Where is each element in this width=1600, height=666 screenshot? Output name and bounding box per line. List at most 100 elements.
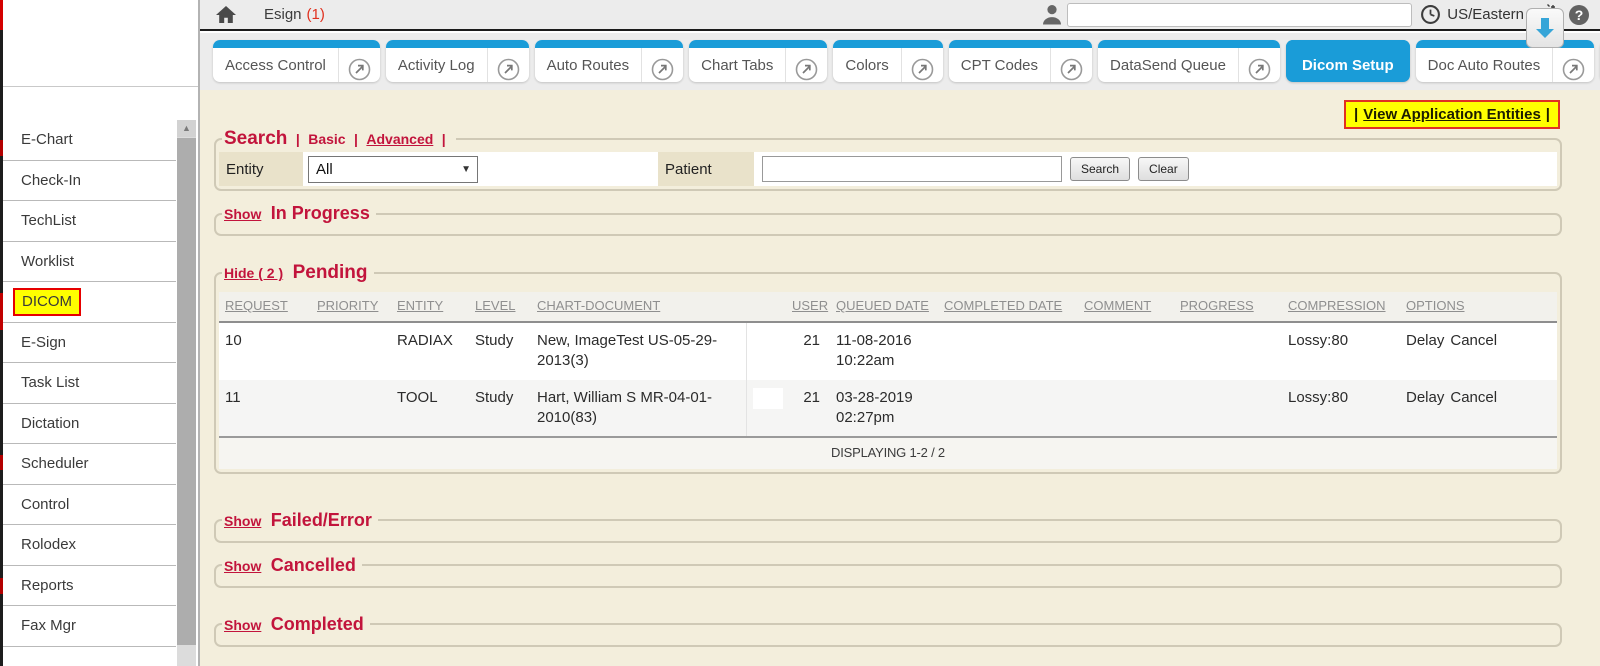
cell-options: Delay Cancel bbox=[1400, 322, 1557, 380]
hide-pending-toggle[interactable]: Hide ( 2 ) bbox=[224, 265, 283, 281]
sidebar-item-techlist[interactable]: TechList bbox=[0, 201, 176, 242]
open-in-new-icon[interactable] bbox=[1238, 48, 1280, 82]
cancel-link[interactable]: Cancel bbox=[1450, 389, 1497, 406]
col-compression[interactable]: COMPRESSION bbox=[1282, 292, 1400, 322]
tab-colors[interactable]: Colors bbox=[833, 40, 942, 82]
cell-comment bbox=[1078, 322, 1174, 380]
view-application-entities-link[interactable]: |View Application Entities| bbox=[1344, 100, 1560, 129]
bar-left: | bbox=[1354, 106, 1358, 123]
esign-count-badge: (1) bbox=[307, 6, 325, 23]
sidebar-menu: E-Chart Check-In TechList Worklist DICOM… bbox=[0, 120, 176, 647]
open-in-new-icon[interactable] bbox=[641, 48, 683, 82]
tab-label: Activity Log bbox=[386, 57, 487, 74]
tab-activity-log[interactable]: Activity Log bbox=[386, 40, 529, 82]
help-icon[interactable]: ? bbox=[1568, 4, 1590, 26]
search-basic-link[interactable]: Basic bbox=[308, 131, 345, 147]
select-caret-icon: ▼ bbox=[461, 164, 471, 175]
open-in-new-icon[interactable] bbox=[1552, 48, 1594, 82]
cancel-link[interactable]: Cancel bbox=[1450, 332, 1497, 349]
patient-input[interactable] bbox=[762, 156, 1062, 182]
window-edge bbox=[0, 0, 3, 666]
sidebar-item-scheduler[interactable]: Scheduler bbox=[0, 444, 176, 485]
sidebar-item-control[interactable]: Control bbox=[0, 485, 176, 526]
search-title: Search bbox=[224, 128, 287, 149]
page-title: Esign bbox=[264, 6, 302, 23]
cell-priority bbox=[311, 380, 391, 438]
col-queued-date[interactable]: QUEUED DATE bbox=[830, 292, 938, 322]
cancelled-section: Show Cancelled bbox=[214, 555, 1562, 588]
table-row: 11 TOOL Study Hart, William S MR-04-01-2… bbox=[219, 380, 1557, 438]
show-completed-toggle[interactable]: Show bbox=[224, 617, 261, 633]
patient-label: Patient bbox=[658, 152, 754, 186]
tab-datasend-queue[interactable]: DataSend Queue bbox=[1098, 40, 1280, 82]
col-user[interactable]: USER bbox=[786, 292, 830, 322]
tab-access-control[interactable]: Access Control bbox=[213, 40, 380, 82]
tab-auto-routes[interactable]: Auto Routes bbox=[535, 40, 684, 82]
delay-link[interactable]: Delay bbox=[1406, 332, 1444, 349]
scroll-up-icon[interactable]: ▲ bbox=[177, 120, 196, 137]
cell-request: 10 bbox=[219, 322, 311, 380]
delay-link[interactable]: Delay bbox=[1406, 389, 1444, 406]
col-chart-document[interactable]: CHART-DOCUMENT bbox=[531, 292, 746, 322]
col-level[interactable]: LEVEL bbox=[469, 292, 531, 322]
arrow-down-icon bbox=[1534, 16, 1556, 40]
col-options[interactable]: OPTIONS bbox=[1400, 292, 1557, 322]
sidebar-item-label: E-Sign bbox=[21, 334, 66, 351]
open-in-new-icon[interactable] bbox=[785, 48, 827, 82]
cell-entity: TOOL bbox=[391, 380, 469, 438]
col-priority[interactable]: PRIORITY bbox=[311, 292, 391, 322]
sidebar-item-check-in[interactable]: Check-In bbox=[0, 161, 176, 202]
sidebar-item-e-sign[interactable]: E-Sign bbox=[0, 323, 176, 364]
cell-queued-date: 11-08-2016 10:22am bbox=[830, 322, 938, 380]
open-in-new-icon[interactable] bbox=[338, 48, 380, 82]
entity-select[interactable]: All ▼ bbox=[308, 156, 478, 183]
clear-button[interactable]: Clear bbox=[1138, 157, 1189, 181]
sidebar-item-dictation[interactable]: Dictation bbox=[0, 404, 176, 445]
open-in-new-icon[interactable] bbox=[901, 48, 943, 82]
cell-compression: Lossy:80 bbox=[1282, 380, 1400, 438]
tab-label: CPT Codes bbox=[949, 57, 1050, 74]
tab-dicom-setup[interactable]: Dicom Setup bbox=[1286, 40, 1410, 82]
user-icon[interactable] bbox=[1043, 4, 1061, 25]
tab-doc-auto-routes[interactable]: Doc Auto Routes bbox=[1416, 40, 1595, 82]
cell-flag bbox=[746, 380, 786, 438]
timezone-selector[interactable]: US/Eastern bbox=[1420, 4, 1524, 25]
in-progress-section: Show In Progress bbox=[214, 203, 1562, 236]
sidebar-item-fax-mgr[interactable]: Fax Mgr bbox=[0, 606, 176, 647]
cell-chart-document: Hart, William S MR-04-01-2010(83) bbox=[531, 380, 746, 438]
sidebar-item-dicom[interactable]: DICOM bbox=[0, 282, 176, 323]
tab-cpt-codes[interactable]: CPT Codes bbox=[949, 40, 1092, 82]
home-icon[interactable] bbox=[216, 6, 236, 24]
sidebar-item-reports[interactable]: Reports bbox=[0, 566, 176, 607]
search-form-row: Entity All ▼ Patient Search Clear bbox=[219, 152, 1557, 186]
scrollbar-thumb[interactable] bbox=[177, 138, 196, 645]
sidebar-scrollbar[interactable]: ▲ bbox=[177, 120, 196, 666]
sidebar-item-e-chart[interactable]: E-Chart bbox=[0, 120, 176, 161]
tab-chart-tabs[interactable]: Chart Tabs bbox=[689, 40, 827, 82]
cancelled-title: Cancelled bbox=[271, 555, 356, 575]
show-cancelled-toggle[interactable]: Show bbox=[224, 558, 261, 574]
settings-tab-bar: Access Control Activity Log Auto Routes … bbox=[200, 33, 1600, 90]
sidebar-item-worklist[interactable]: Worklist bbox=[0, 242, 176, 283]
search-advanced-link[interactable]: Advanced bbox=[366, 131, 433, 147]
cancelled-legend: Show Cancelled bbox=[222, 555, 362, 576]
tab-scroll-down-button[interactable] bbox=[1526, 8, 1564, 48]
sidebar-item-rolodex[interactable]: Rolodex bbox=[0, 525, 176, 566]
open-in-new-icon[interactable] bbox=[1050, 48, 1092, 82]
col-entity[interactable]: ENTITY bbox=[391, 292, 469, 322]
cell-entity: RADIAX bbox=[391, 322, 469, 380]
open-in-new-icon[interactable] bbox=[487, 48, 529, 82]
cell-priority bbox=[311, 322, 391, 380]
global-search-input[interactable] bbox=[1067, 3, 1412, 27]
show-in-progress-toggle[interactable]: Show bbox=[224, 206, 261, 222]
col-request[interactable]: REQUEST bbox=[219, 292, 311, 322]
col-completed-date[interactable]: COMPLETED DATE bbox=[938, 292, 1078, 322]
show-failed-error-toggle[interactable]: Show bbox=[224, 513, 261, 529]
col-progress[interactable]: PROGRESS bbox=[1174, 292, 1282, 322]
entity-label: Entity bbox=[219, 152, 303, 186]
collapsed-body bbox=[219, 635, 1557, 642]
completed-section: Show Completed bbox=[214, 614, 1562, 647]
search-button[interactable]: Search bbox=[1070, 157, 1130, 181]
sidebar-item-task-list[interactable]: Task List bbox=[0, 363, 176, 404]
col-comment[interactable]: COMMENT bbox=[1078, 292, 1174, 322]
